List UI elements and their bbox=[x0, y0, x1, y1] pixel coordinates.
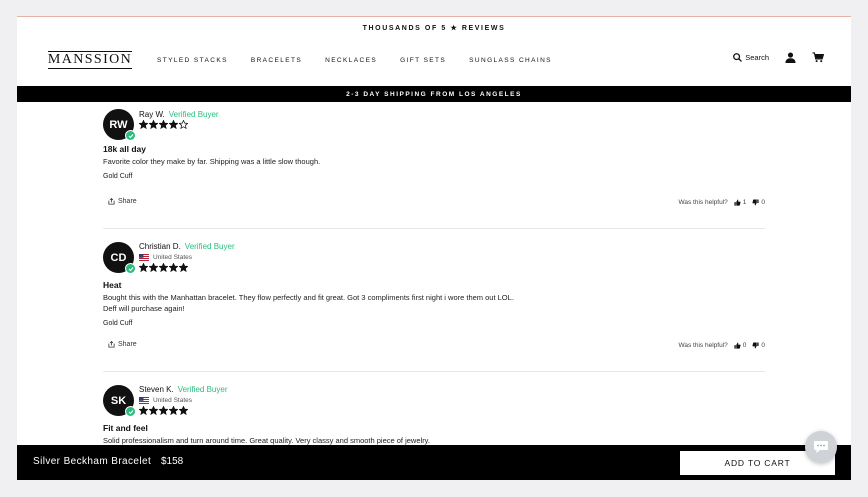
review-body: Favorite color they make by far. Shippin… bbox=[103, 157, 321, 166]
helpful-vote: Was this helpful? 0 0 bbox=[678, 342, 765, 349]
chat-launcher-button[interactable] bbox=[805, 431, 837, 463]
reviewer-name: Steven K. Verified Buyer bbox=[139, 385, 228, 394]
account-button[interactable] bbox=[785, 52, 796, 63]
helpful-label: Was this helpful? bbox=[678, 199, 728, 206]
review-body: Bought this with the Manhattan bracelet.… bbox=[103, 293, 514, 302]
thumbs-up-count: 0 bbox=[742, 342, 747, 349]
reviewer-name-text: Christian D. bbox=[139, 242, 181, 251]
header-actions: Search bbox=[733, 52, 824, 63]
review-product: Gold Cuff bbox=[103, 173, 133, 180]
thumbs-down-button[interactable]: 0 bbox=[752, 199, 765, 206]
country-label: United States bbox=[153, 254, 193, 261]
window-frame-right bbox=[851, 16, 868, 480]
brand-logo[interactable]: MANSSION bbox=[48, 51, 132, 69]
star-filled-icon bbox=[159, 406, 168, 415]
star-filled-icon bbox=[139, 406, 148, 415]
reviewer-name: Christian D. Verified Buyer bbox=[139, 242, 235, 251]
main-nav: STYLED STACKS BRACELETS NECKLACES GIFT S… bbox=[157, 57, 575, 64]
verified-buyer-label: Verified Buyer bbox=[168, 110, 219, 119]
window-frame-bottom bbox=[0, 480, 868, 497]
nav-item-bracelets[interactable]: BRACELETS bbox=[251, 57, 302, 64]
thumbs-up-icon bbox=[734, 342, 741, 349]
share-button[interactable]: Share bbox=[108, 198, 137, 205]
share-button[interactable]: Share bbox=[108, 341, 137, 348]
star-empty-icon bbox=[179, 120, 188, 129]
reviews-list: RW Ray W. Verified Buyer 18k all day Favo… bbox=[103, 106, 765, 462]
reviewer-name-text: Ray W. bbox=[139, 110, 165, 119]
thumbs-down-count: 0 bbox=[761, 342, 765, 349]
share-icon bbox=[108, 198, 115, 205]
helpful-label: Was this helpful? bbox=[678, 342, 728, 349]
sticky-add-to-cart-bar: Silver Beckham Bracelet $158 ADD TO CART bbox=[17, 445, 851, 480]
helpful-vote: Was this helpful? 1 0 bbox=[678, 199, 765, 206]
star-filled-icon bbox=[179, 406, 188, 415]
star-rating bbox=[139, 263, 188, 272]
thumbs-up-icon bbox=[734, 199, 741, 206]
verified-buyer-label: Verified Buyer bbox=[184, 242, 235, 251]
chat-bubble-icon bbox=[814, 441, 828, 453]
nav-item-gift-sets[interactable]: GIFT SETS bbox=[400, 57, 446, 64]
star-filled-icon bbox=[139, 263, 148, 272]
us-flag-icon bbox=[139, 397, 149, 404]
verified-buyer-label: Verified Buyer bbox=[177, 385, 228, 394]
reviewer-name-text: Steven K. bbox=[139, 385, 174, 394]
window-frame-left bbox=[0, 16, 17, 480]
share-icon bbox=[108, 341, 115, 348]
reviewer-country: United States bbox=[139, 397, 192, 404]
reviewer-country: United States bbox=[139, 254, 192, 261]
star-filled-icon bbox=[169, 406, 178, 415]
star-filled-icon bbox=[149, 120, 158, 129]
thumbs-down-button[interactable]: 0 bbox=[752, 342, 765, 349]
review-item: RW Ray W. Verified Buyer 18k all day Favo… bbox=[103, 106, 765, 229]
review-title: 18k all day bbox=[103, 144, 147, 154]
star-filled-icon bbox=[169, 263, 178, 272]
verified-check-icon bbox=[125, 130, 136, 141]
thumbs-down-icon bbox=[752, 342, 759, 349]
window-frame-top bbox=[0, 0, 868, 16]
verified-check-icon bbox=[125, 263, 136, 274]
cart-icon bbox=[812, 52, 824, 63]
review-title: Heat bbox=[103, 280, 122, 290]
reviewer-name: Ray W. Verified Buyer bbox=[139, 110, 219, 119]
thumbs-up-button[interactable]: 1 bbox=[734, 199, 747, 206]
share-label: Share bbox=[118, 198, 137, 205]
account-icon bbox=[785, 52, 796, 63]
thumbs-up-button[interactable]: 0 bbox=[734, 342, 747, 349]
star-filled-icon bbox=[159, 263, 168, 272]
star-filled-icon bbox=[159, 120, 168, 129]
star-rating bbox=[139, 406, 188, 415]
nav-item-necklaces[interactable]: NECKLACES bbox=[325, 57, 377, 64]
nav-item-sunglass-chains[interactable]: SUNGLASS CHAINS bbox=[469, 57, 552, 64]
review-body-line-2: Deff will purchase again! bbox=[103, 304, 185, 313]
announcement-bar: THOUSANDS OF 5 ★ REVIEWS bbox=[362, 24, 506, 32]
us-flag-icon bbox=[139, 254, 149, 261]
product-page: THOUSANDS OF 5 ★ REVIEWS MANSSION STYLED… bbox=[17, 16, 851, 480]
thumbs-down-icon bbox=[752, 199, 759, 206]
share-label: Share bbox=[118, 341, 137, 348]
search-icon bbox=[733, 53, 743, 62]
sticky-product-name: Silver Beckham Bracelet bbox=[33, 456, 152, 467]
thumbs-down-count: 0 bbox=[761, 199, 765, 206]
star-filled-icon bbox=[149, 406, 158, 415]
review-item: CD Christian D. Verified Buyer United Sta… bbox=[103, 229, 765, 372]
review-product: Gold Cuff bbox=[103, 320, 133, 327]
nav-item-styled-stacks[interactable]: STYLED STACKS bbox=[157, 57, 228, 64]
thumbs-up-count: 1 bbox=[742, 199, 747, 206]
review-title: Fit and feel bbox=[103, 423, 148, 433]
sticky-product-price: $158 bbox=[161, 456, 184, 467]
star-filled-icon bbox=[179, 263, 188, 272]
site-header: MANSSION STYLED STACKS BRACELETS NECKLAC… bbox=[17, 38, 851, 86]
search-button[interactable]: Search bbox=[733, 53, 769, 62]
star-rating bbox=[139, 120, 188, 129]
search-label: Search bbox=[745, 53, 769, 62]
verified-check-icon bbox=[125, 406, 136, 417]
country-label: United States bbox=[153, 397, 193, 404]
star-filled-icon bbox=[149, 263, 158, 272]
cart-button[interactable] bbox=[812, 52, 824, 63]
star-filled-icon bbox=[169, 120, 178, 129]
star-filled-icon bbox=[139, 120, 148, 129]
shipping-banner: 2-3 DAY SHIPPING FROM LOS ANGELES bbox=[17, 86, 851, 102]
